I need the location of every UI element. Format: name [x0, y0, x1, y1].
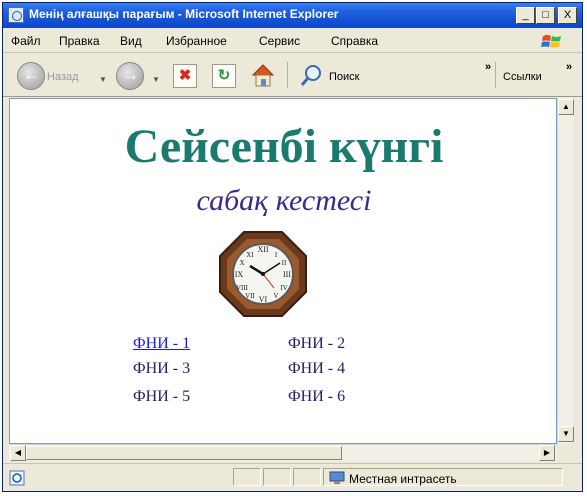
- page-content: Сейсенбі күнгі сабақ кестесі XII III VI …: [9, 98, 557, 444]
- close-button[interactable]: X: [558, 7, 577, 24]
- back-dropdown-icon[interactable]: ▼: [99, 75, 107, 84]
- windows-logo-icon: [541, 35, 561, 48]
- toolbar-overflow-icon[interactable]: »: [485, 61, 491, 73]
- forward-dropdown-icon[interactable]: ▼: [152, 75, 160, 84]
- svg-text:XII: XII: [257, 245, 268, 254]
- status-bar: Местная интрасеть: [3, 463, 582, 492]
- scroll-right-icon[interactable]: ▶: [539, 445, 555, 461]
- svg-text:II: II: [282, 259, 287, 267]
- security-zone-label: Местная интрасеть: [349, 472, 457, 486]
- status-cell: [263, 468, 291, 486]
- clock-image: XII III VI IX I II IV V VII VIII X XI: [219, 231, 307, 317]
- back-label: Назад: [47, 71, 79, 83]
- menu-favorites[interactable]: Избранное: [166, 34, 227, 48]
- svg-text:IV: IV: [280, 284, 287, 292]
- horizontal-scrollbar[interactable]: ◀ ▶: [9, 444, 557, 461]
- group-link-5[interactable]: ФНИ - 5: [133, 388, 190, 406]
- stop-icon[interactable]: ✖: [173, 64, 197, 88]
- svg-text:XI: XI: [246, 251, 254, 259]
- back-button[interactable]: ←: [17, 62, 45, 90]
- svg-text:III: III: [283, 270, 291, 279]
- window-title: Менің алғашқы парағым - Microsoft Intern…: [29, 7, 339, 21]
- status-cell: [293, 468, 321, 486]
- menu-help[interactable]: Справка: [331, 34, 378, 48]
- page-status-icon: [9, 470, 25, 486]
- svg-text:IX: IX: [235, 270, 244, 279]
- refresh-icon[interactable]: ↻: [212, 64, 236, 88]
- minimize-button[interactable]: _: [516, 7, 535, 24]
- svg-text:VII: VII: [245, 292, 255, 300]
- home-icon[interactable]: [249, 61, 277, 89]
- menu-view[interactable]: Вид: [120, 34, 142, 48]
- group-link-2[interactable]: ФНИ - 2: [288, 335, 345, 353]
- forward-button[interactable]: →: [116, 62, 144, 90]
- links-label[interactable]: Ссылки: [503, 71, 542, 83]
- toolbar: ← Назад ▼ → ▼ ✖ ↻ Поиск » Ссылки »: [3, 54, 582, 97]
- zone-icon: [329, 471, 345, 484]
- status-cell: [233, 468, 261, 486]
- scroll-up-icon[interactable]: ▲: [558, 99, 574, 115]
- group-link-6[interactable]: ФНИ - 6: [288, 388, 345, 406]
- svg-text:X: X: [239, 259, 244, 267]
- toolbar-separator: [495, 62, 496, 88]
- svg-text:VIII: VIII: [236, 284, 249, 292]
- menu-edit[interactable]: Правка: [59, 34, 100, 48]
- page-subheading: сабақ кестесі: [196, 184, 372, 217]
- vertical-scrollbar[interactable]: ▲ ▼: [557, 98, 574, 444]
- menu-tools[interactable]: Сервис: [259, 34, 300, 48]
- browser-window: Менің алғашқы парағым - Microsoft Intern…: [2, 2, 583, 492]
- search-icon[interactable]: [300, 63, 324, 87]
- links-overflow-icon[interactable]: »: [566, 61, 572, 73]
- toolbar-separator: [287, 62, 288, 88]
- back-icon: ←: [23, 65, 40, 84]
- ie-page-icon: [8, 7, 24, 23]
- group-link-1[interactable]: ФНИ - 1: [133, 335, 190, 353]
- svg-text:VI: VI: [259, 295, 268, 304]
- scroll-left-icon[interactable]: ◀: [10, 445, 26, 461]
- svg-text:V: V: [273, 292, 278, 300]
- search-label[interactable]: Поиск: [329, 71, 359, 83]
- forward-icon: →: [122, 65, 139, 84]
- title-bar[interactable]: Менің алғашқы парағым - Microsoft Intern…: [3, 3, 582, 28]
- page-heading: Сейсенбі күнгі: [124, 120, 444, 173]
- group-link-4[interactable]: ФНИ - 4: [288, 360, 345, 378]
- maximize-button[interactable]: □: [536, 7, 555, 24]
- menu-file[interactable]: Файл: [11, 34, 41, 48]
- horizontal-scroll-thumb[interactable]: [26, 446, 342, 460]
- group-link-3[interactable]: ФНИ - 3: [133, 360, 190, 378]
- scroll-down-icon[interactable]: ▼: [558, 426, 574, 442]
- menu-bar: Файл Правка Вид Избранное Сервис Справка: [3, 30, 582, 53]
